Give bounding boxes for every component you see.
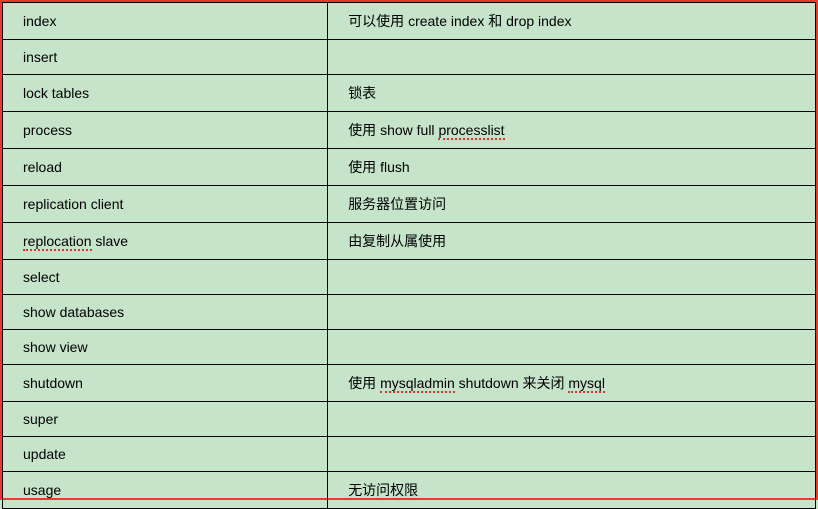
privilege-desc-cell: 使用 show full processlist bbox=[328, 112, 816, 149]
table-row: show databases bbox=[3, 295, 816, 330]
privilege-desc-cell: 使用 mysqladmin shutdown 来关闭 mysql bbox=[328, 365, 816, 402]
privilege-name-cell: show databases bbox=[3, 295, 328, 330]
privileges-table-wrap: index可以使用 create index 和 drop indexinser… bbox=[0, 0, 818, 500]
privilege-desc-cell bbox=[328, 295, 816, 330]
privilege-desc-cell bbox=[328, 40, 816, 75]
table-row: shutdown使用 mysqladmin shutdown 来关闭 mysql bbox=[3, 365, 816, 402]
table-row: usage无访问权限 bbox=[3, 472, 816, 509]
privilege-desc-cell: 可以使用 create index 和 drop index bbox=[328, 3, 816, 40]
table-row: select bbox=[3, 260, 816, 295]
privilege-desc-cell: 服务器位置访问 bbox=[328, 186, 816, 223]
privilege-name-cell: lock tables bbox=[3, 75, 328, 112]
privileges-table: index可以使用 create index 和 drop indexinser… bbox=[2, 2, 816, 509]
privilege-name-cell: replication client bbox=[3, 186, 328, 223]
table-row: show view bbox=[3, 330, 816, 365]
privilege-name-cell: replocation slave bbox=[3, 223, 328, 260]
privilege-name-cell: insert bbox=[3, 40, 328, 75]
table-row: replocation slave由复制从属使用 bbox=[3, 223, 816, 260]
table-row: reload使用 flush bbox=[3, 149, 816, 186]
table-row: super bbox=[3, 402, 816, 437]
privilege-desc-cell bbox=[328, 402, 816, 437]
table-row: replication client服务器位置访问 bbox=[3, 186, 816, 223]
table-row: index可以使用 create index 和 drop index bbox=[3, 3, 816, 40]
privilege-desc-cell: 锁表 bbox=[328, 75, 816, 112]
privilege-desc-cell: 使用 flush bbox=[328, 149, 816, 186]
privilege-name-cell: process bbox=[3, 112, 328, 149]
privilege-name-cell: update bbox=[3, 437, 328, 472]
privilege-desc-cell bbox=[328, 330, 816, 365]
table-row: lock tables锁表 bbox=[3, 75, 816, 112]
table-row: process使用 show full processlist bbox=[3, 112, 816, 149]
privileges-tbody: index可以使用 create index 和 drop indexinser… bbox=[3, 3, 816, 509]
privilege-desc-cell bbox=[328, 437, 816, 472]
privilege-desc-cell bbox=[328, 260, 816, 295]
privilege-name-cell: shutdown bbox=[3, 365, 328, 402]
privilege-desc-cell: 无访问权限 bbox=[328, 472, 816, 509]
privilege-name-cell: super bbox=[3, 402, 328, 437]
privilege-name-cell: show view bbox=[3, 330, 328, 365]
privilege-desc-cell: 由复制从属使用 bbox=[328, 223, 816, 260]
table-row: insert bbox=[3, 40, 816, 75]
privilege-name-cell: reload bbox=[3, 149, 328, 186]
privilege-name-cell: select bbox=[3, 260, 328, 295]
privilege-name-cell: index bbox=[3, 3, 328, 40]
privilege-name-cell: usage bbox=[3, 472, 328, 509]
table-row: update bbox=[3, 437, 816, 472]
